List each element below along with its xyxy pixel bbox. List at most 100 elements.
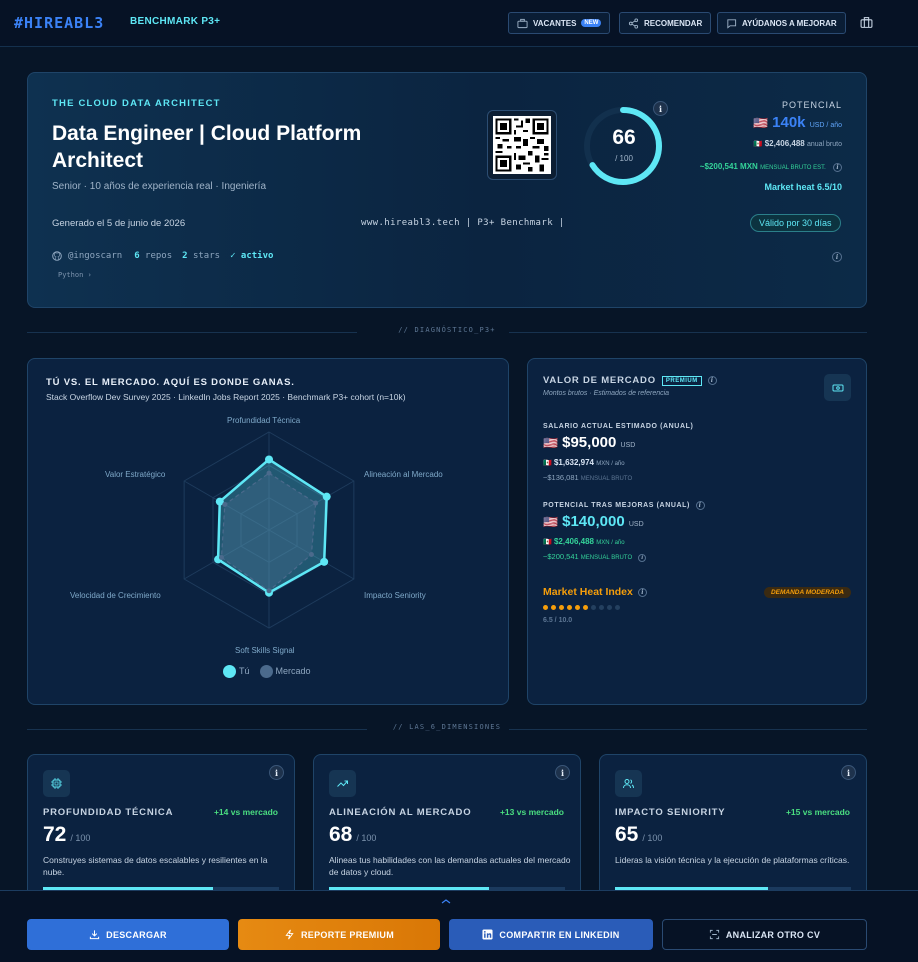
dimension-description: Construyes sistemas de datos escalables … xyxy=(43,855,268,877)
potential-monthly: ~$200,541 xyxy=(543,552,579,561)
logo[interactable]: #HIREABL3 xyxy=(14,14,104,32)
download-icon xyxy=(90,930,100,940)
share-linkedin-button[interactable]: COMPARTIR EN LINKEDIN xyxy=(449,919,653,950)
potential-monthly-info-icon[interactable]: i xyxy=(638,554,647,562)
axis-label-velocidad: Velocidad de Crecimiento xyxy=(70,591,161,600)
current-salary-label: SALARIO ACTUAL ESTIMADO (ANUAL) xyxy=(543,423,694,430)
trend-icon xyxy=(329,770,356,797)
radar-point-market xyxy=(308,552,314,557)
valid-badge: Válido por 30 días xyxy=(750,214,841,232)
radar-point-you xyxy=(320,557,329,566)
dimension-info-icon[interactable]: i xyxy=(555,765,570,780)
cash-icon xyxy=(824,374,851,401)
dimension-name: ALINEACIÓN AL MERCADO xyxy=(329,807,472,818)
annual-mxn-label: anual bruto xyxy=(806,141,842,148)
potential-mxn-row: 🇲🇽 $2,406,488 MXN / año xyxy=(543,537,625,546)
top-bar: #HIREABL3 BENCHMARK P3+ VACANTES NEW REC… xyxy=(0,0,918,47)
monthly-info-icon[interactable]: i xyxy=(833,163,842,172)
dimension-score: 72/ 100 xyxy=(43,823,90,847)
axis-label-valor: Valor Estratégico xyxy=(105,470,166,479)
overall-score-max: / 100 xyxy=(615,154,633,163)
section-separator: // DIAGNÓSTICO_P3+ xyxy=(27,326,867,338)
briefcase-menu-icon[interactable] xyxy=(860,16,873,29)
benchmark-badge: BENCHMARK P3+ xyxy=(130,16,221,27)
us-flag-icon: 🇺🇸 xyxy=(753,116,768,130)
radar-point-you xyxy=(322,492,331,501)
radar-point-market xyxy=(218,554,224,560)
chevron-up-icon[interactable] xyxy=(433,898,459,904)
mx-flag-icon: 🇲🇽 xyxy=(543,539,552,546)
potential-monthly-row: ~$200,541 MENSUAL BRUTO i xyxy=(543,552,647,562)
dimension-delta: +14 vs mercado xyxy=(213,807,278,817)
potential-salary: 🇺🇸 $140,000 USD xyxy=(543,513,644,530)
dimension-description: Lideras la visión técnica y la ejecución… xyxy=(615,855,850,865)
heat-dot xyxy=(551,605,556,610)
market-heat-title: Market Heat Index i xyxy=(543,586,647,598)
current-mxn: $1,632,974 xyxy=(553,458,594,467)
dimension-score-max: / 100 xyxy=(642,833,663,843)
potential-usd-unit: USD xyxy=(628,521,644,528)
demand-badge: DEMANDA MODERADA xyxy=(763,587,851,598)
profile-subtitle: Senior · 10 años de experiencia real · I… xyxy=(52,181,267,192)
radar-point-market xyxy=(266,588,272,594)
feedback-label: AYÚDANOS A MEJORAR xyxy=(742,18,837,28)
market-value-card: VALOR DE MERCADO PREMIUM i Montos brutos… xyxy=(527,358,867,705)
dimension-description: Alineas tus habilidades con las demandas… xyxy=(329,855,571,877)
share-icon xyxy=(628,17,639,29)
heat-dot xyxy=(543,605,548,610)
premium-report-button[interactable]: REPORTE PREMIUM xyxy=(238,919,440,950)
legend-market-label: Mercado xyxy=(275,665,311,676)
market-value-info-icon[interactable]: i xyxy=(707,376,717,385)
potential-mxn-unit: MXN / año xyxy=(596,540,625,546)
qr-code[interactable] xyxy=(487,110,557,180)
repos-count: 6 xyxy=(134,251,140,261)
dimension-info-icon[interactable]: i xyxy=(841,765,856,780)
current-monthly: ~$136,081 xyxy=(543,473,579,482)
stars-count: 2 xyxy=(182,251,188,261)
axis-label-alineacion: Alineación al Mercado xyxy=(364,470,443,479)
download-button[interactable]: DESCARGAR xyxy=(27,919,229,950)
feedback-button[interactable]: AYÚDANOS A MEJORAR xyxy=(717,12,846,34)
users-icon xyxy=(615,770,642,797)
dimension-info-icon[interactable]: i xyxy=(269,765,284,780)
market-heat-title-text: Market Heat Index xyxy=(543,586,633,598)
vacantes-button[interactable]: VACANTES NEW xyxy=(508,12,611,34)
legend-market-swatch xyxy=(259,665,273,678)
heat-dot xyxy=(591,605,596,610)
analyze-cv-button[interactable]: ANALIZAR OTRO CV xyxy=(662,919,867,950)
profile-title: Data Engineer | Cloud Platform Architect xyxy=(52,122,362,172)
github-info-icon[interactable]: i xyxy=(832,252,842,262)
legend-market[interactable]: Mercado xyxy=(259,665,311,678)
chip-icon xyxy=(43,770,70,797)
heat-dot xyxy=(607,605,612,610)
recomendar-label: RECOMENDAR xyxy=(644,18,703,28)
share-linkedin-label: COMPARTIR EN LINKEDIN xyxy=(499,929,620,940)
recomendar-button[interactable]: RECOMENDAR xyxy=(619,12,712,34)
language-tag[interactable]: Python › xyxy=(58,271,92,279)
current-unit: USD xyxy=(620,442,636,449)
potential-info-icon[interactable]: i xyxy=(695,501,705,510)
dimension-delta: +13 vs mercado xyxy=(499,807,564,817)
potential-salary-label-text: POTENCIAL TRAS MEJORAS (ANUAL) xyxy=(543,502,690,509)
separator-label: // LAS_6_DIMENSIONES xyxy=(392,723,502,731)
mx-flag-icon: 🇲🇽 xyxy=(753,141,763,148)
status-active: ✓ activo xyxy=(230,251,274,261)
potential-unit: USD / año xyxy=(809,122,842,129)
market-heat: Market heat 6.5/10 xyxy=(764,182,842,192)
radar-point-market xyxy=(222,502,228,508)
overall-score: 66 xyxy=(612,126,636,149)
current-salary: 🇺🇸 $95,000 USD xyxy=(543,434,635,451)
github-user[interactable]: @ingoscarn xyxy=(68,251,122,261)
radar-legend: Tú Mercado xyxy=(223,665,311,678)
dimension-score-max: / 100 xyxy=(356,833,377,843)
dimension-score-value: 65 xyxy=(615,823,639,846)
lightning-icon xyxy=(285,929,294,940)
scan-icon xyxy=(709,929,719,940)
market-heat-info-icon[interactable]: i xyxy=(637,587,647,597)
potential-value: 🇺🇸 140k USD / año xyxy=(753,114,842,131)
potential-amount: 140k xyxy=(772,114,806,131)
radar-point-market xyxy=(313,500,319,506)
score-info-icon[interactable]: i xyxy=(653,101,668,116)
new-badge: NEW xyxy=(581,19,602,27)
legend-you[interactable]: Tú xyxy=(223,665,250,678)
